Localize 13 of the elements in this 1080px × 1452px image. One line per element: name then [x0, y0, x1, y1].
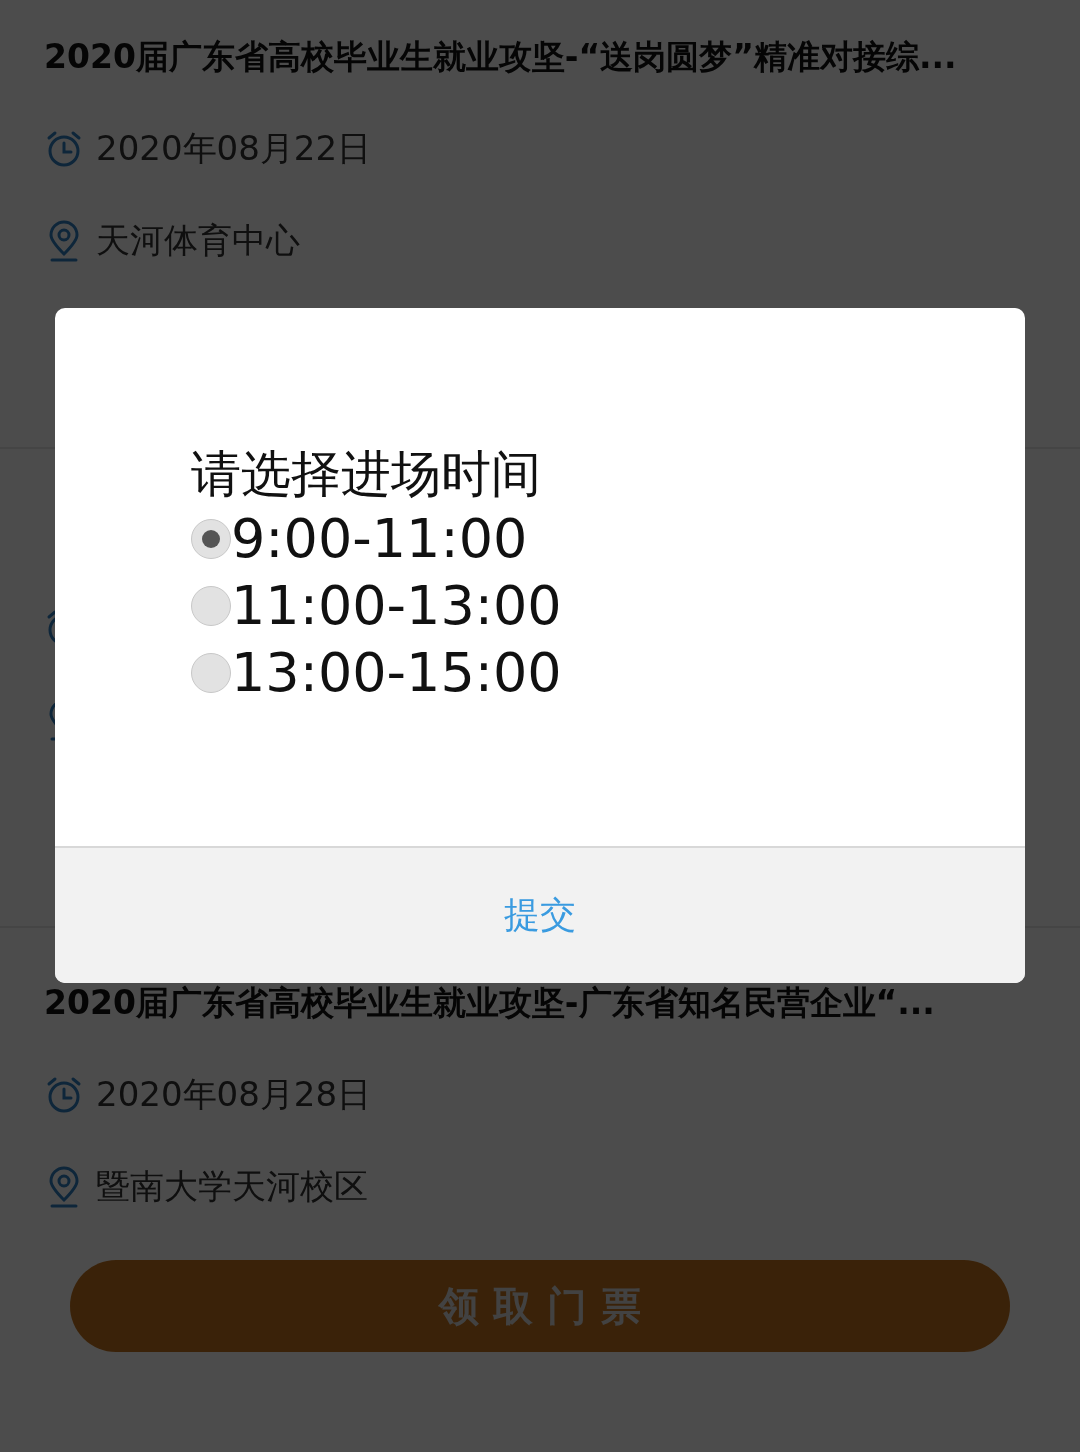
event-location: 暨南大学天河校区	[96, 1165, 368, 1208]
event-title: 2020届广东省高校毕业生就业攻坚-广东省知名民营企业“...	[44, 983, 935, 1022]
event-title: 2020届广东省高校毕业生就业攻坚-“送岗圆梦”精准对接综...	[44, 37, 957, 76]
event-location: 天河体育中心	[96, 219, 300, 262]
time-option[interactable]: 11:00-13:00	[231, 574, 562, 637]
radio-button[interactable]	[191, 585, 231, 626]
dialog-prompt: 请选择进场时间	[191, 444, 542, 505]
time-option[interactable]: 9:00-11:00	[231, 507, 528, 570]
radio-button[interactable]	[191, 518, 231, 559]
radio-button[interactable]	[191, 652, 231, 693]
event-date: 2020年08月28日	[96, 1073, 372, 1116]
event-date: 2020年08月22日	[96, 127, 372, 170]
time-option[interactable]: 13:00-15:00	[231, 641, 562, 704]
